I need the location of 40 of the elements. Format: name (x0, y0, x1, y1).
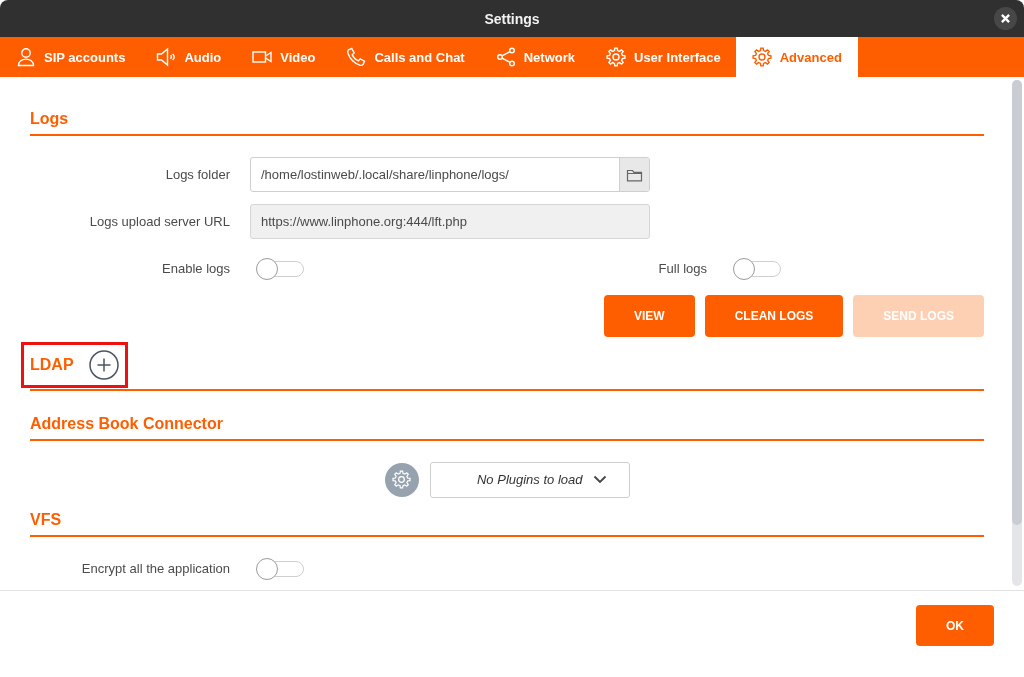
tab[interactable]: Audio (140, 37, 238, 77)
browse-button[interactable] (619, 158, 649, 191)
toggle-switch[interactable] (256, 557, 304, 580)
view-button[interactable]: VIEW (603, 295, 695, 337)
tab[interactable]: User Interface (590, 37, 737, 77)
gear-icon (392, 470, 411, 489)
clean-logs-button[interactable]: CLEAN LOGS (704, 295, 844, 337)
field-label: Enable logs (161, 261, 230, 276)
field-label: Logs folder (164, 167, 230, 182)
tab[interactable]: Calls and Chat (330, 37, 481, 77)
window-title: Settings (484, 10, 540, 27)
gear-icon (751, 47, 772, 67)
tab[interactable]: Video (236, 37, 332, 77)
field-label: Encrypt all the application (80, 561, 230, 576)
field-label: Full logs (657, 261, 707, 276)
tab[interactable]: SIP accounts (0, 37, 142, 77)
section-title: LDAP (30, 355, 74, 375)
field-label: Logs upload server URL (88, 214, 230, 229)
gear-icon (606, 47, 626, 67)
add-button[interactable] (88, 350, 119, 380)
close-icon (1001, 14, 1010, 23)
section-title: Logs (30, 110, 69, 127)
folder-path-field[interactable]: /home/lostinweb/.local/share/linphone/logs/ (250, 157, 650, 192)
person-icon (16, 47, 36, 67)
share-icon (495, 47, 516, 67)
toggle-switch[interactable] (733, 257, 781, 280)
toggle-switch[interactable] (256, 257, 304, 280)
tab[interactable]: Network (479, 37, 591, 77)
plugin-dropdown[interactable]: No Plugins to load (429, 461, 630, 498)
section-title: Address Book Connector (30, 415, 223, 432)
ok-button[interactable]: OK (916, 605, 994, 646)
plus-circle-icon (88, 350, 119, 380)
plugin-settings-button[interactable] (384, 462, 419, 497)
chevron-down-icon (592, 475, 607, 484)
folder-icon (626, 167, 643, 182)
speaker-icon (156, 47, 177, 67)
section-title: VFS (30, 511, 62, 528)
phone-icon (346, 47, 367, 67)
tab[interactable]: Advanced (735, 37, 858, 77)
close-button[interactable] (994, 7, 1017, 30)
